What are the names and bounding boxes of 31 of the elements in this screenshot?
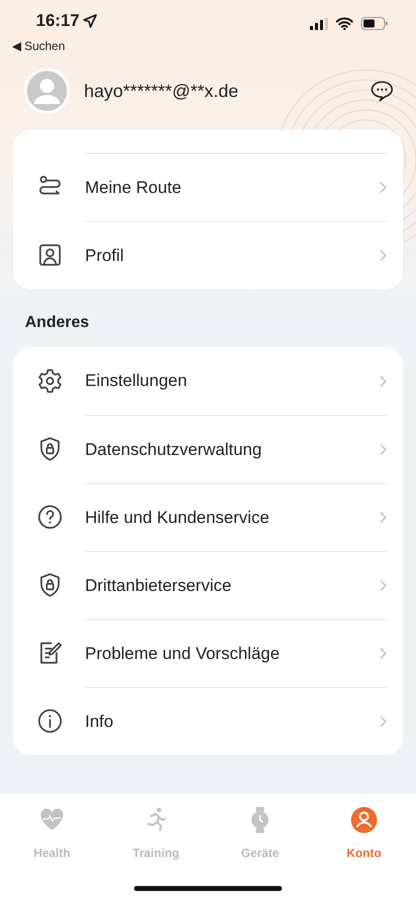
avatar [24,68,70,114]
menu-item[interactable]: Info [13,687,403,755]
help-icon [37,504,63,530]
status-time: 16:17 [36,10,80,32]
chevron-right-icon [379,715,387,728]
menu-item[interactable]: Meine Route [13,153,403,221]
menu-item[interactable]: Drittanbieterservice [13,551,403,619]
profile-icon [37,242,63,268]
account-email: hayo*******@**x.de [84,80,238,103]
menu-item[interactable]: Datenschutzverwaltung [13,415,403,483]
account-icon [350,806,378,834]
menu-item[interactable]: Einstellungen [13,347,403,415]
chevron-right-icon [379,443,387,456]
battery-icon [361,17,388,30]
back-link[interactable]: ◀ Suchen [12,38,66,52]
signal-icon [310,18,328,30]
location-arrow-icon [83,14,98,28]
chevron-right-icon [379,647,387,660]
chat-icon[interactable] [370,79,394,103]
info-icon [37,708,63,734]
chevron-right-icon [379,579,387,592]
chevron-right-icon [379,181,387,194]
settings-icon [37,368,63,394]
section-title: Anderes [24,313,90,333]
menu-item[interactable]: Probleme und Vorschläge [13,619,403,687]
chevron-right-icon [379,374,387,388]
chevron-right-icon [379,511,387,524]
menu-item[interactable]: Profil [13,221,403,289]
wifi-icon [336,17,353,30]
chevron-right-icon [379,249,387,262]
menu-item[interactable]: Hilfe und Kundenservice [13,483,403,551]
